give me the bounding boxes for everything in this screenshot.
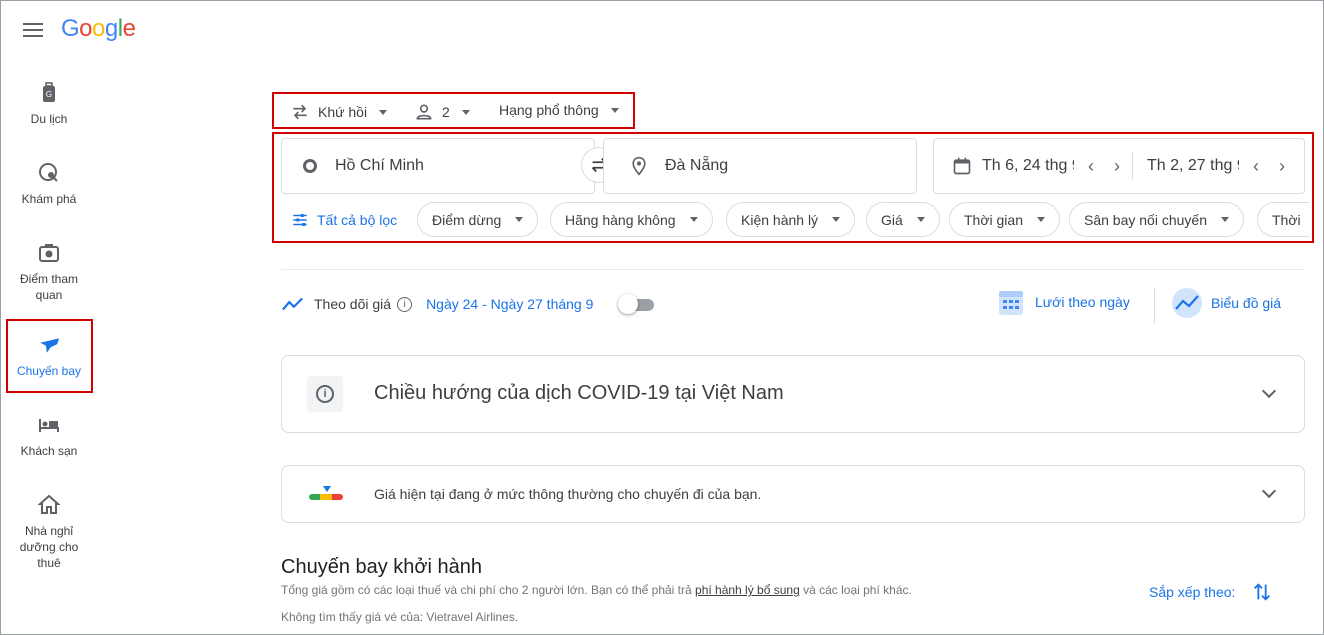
chevron-down-icon (1261, 383, 1277, 399)
sidebar-item-label: Du lịch (30, 112, 68, 126)
track-prices: Theo dõi giá i Ngày 24 - Ngày 27 tháng 9 (282, 296, 593, 312)
calendar-icon (953, 157, 971, 175)
price-level-icon (309, 486, 343, 506)
swap-arrows-icon (293, 104, 307, 120)
chevron-down-icon (515, 217, 524, 222)
trip-type-select[interactable]: Khứ hồi (290, 102, 388, 122)
price-note: Tổng giá gồm có các loại thuế và chi phí… (281, 583, 912, 597)
sidebar-item-explore[interactable]: Khám phá (1, 161, 97, 207)
google-logo[interactable]: Google (61, 15, 136, 43)
filter-airlines[interactable]: Hãng hàng không (550, 202, 713, 237)
covid-card[interactable]: i Chiều hướng của dịch COVID-19 tại Việt… (281, 355, 1305, 433)
sidebar-item-flights[interactable]: Chuyến bay (1, 333, 97, 379)
section-divider (281, 269, 1305, 270)
sidebar-item-attractions[interactable]: Điểm tham quan (1, 241, 97, 303)
filter-duration[interactable]: Thời (1257, 202, 1309, 237)
price-insight-text: Giá hiện tại đang ở mức thông thường cho… (374, 486, 762, 502)
date-grid-button[interactable]: Lưới theo ngày (997, 287, 1130, 317)
chevron-down-icon (916, 217, 925, 222)
price-insight-card[interactable]: Giá hiện tại đang ở mức thông thường cho… (281, 465, 1305, 523)
destination-field[interactable]: Đà Nẵng (603, 138, 917, 194)
person-icon (416, 104, 432, 120)
filter-connecting-airports[interactable]: Sân bay nối chuyến (1069, 202, 1244, 237)
filter-times[interactable]: Thời gian (949, 202, 1060, 237)
chevron-down-icon (832, 217, 841, 222)
bed-icon (39, 419, 59, 432)
date-grid-icon (999, 291, 1023, 315)
sidebar-item-vacation-rentals[interactable]: Nhà nghỉ dưỡng cho thuê (1, 493, 97, 571)
sort-by-button[interactable]: Sắp xếp theo: (1149, 581, 1273, 603)
trending-icon (282, 297, 303, 311)
cabin-class-select[interactable]: Hạng phổ thông (499, 102, 619, 118)
all-filters-button[interactable]: Tất cả bộ lọc (291, 211, 397, 229)
departing-flights-title: Chuyến bay khởi hành (281, 556, 483, 578)
date-divider (1132, 152, 1133, 180)
info-icon[interactable]: i (397, 296, 413, 312)
return-date[interactable]: Th 2, 27 thg 9 (1147, 157, 1239, 175)
track-prices-toggle[interactable] (618, 294, 654, 314)
chevron-down-icon (1037, 217, 1045, 222)
filter-bags[interactable]: Kiện hành lý (726, 202, 856, 237)
sort-arrows-icon (1254, 583, 1271, 601)
airplane-icon (40, 338, 60, 353)
sidebar-item-label: Khám phá (21, 192, 77, 206)
price-graph-icon (1172, 288, 1202, 318)
globe-search-icon (39, 163, 58, 182)
origin-field[interactable]: Hồ Chí Minh (281, 138, 595, 194)
info-icon: i (307, 376, 343, 412)
camera-icon (39, 244, 59, 262)
sidebar-item-label: Khách sạn (20, 444, 78, 458)
sidebar-item-label: Nhà nghỉ dưỡng cho thuê (19, 524, 79, 570)
passengers-select[interactable]: 2 (414, 102, 470, 122)
sidebar-item-hotels[interactable]: Khách sạn (1, 413, 97, 459)
filter-stops[interactable]: Điểm dừng (417, 202, 539, 237)
tune-icon (293, 214, 307, 226)
sidebar-item-label: Điểm tham quan (19, 272, 78, 302)
svg-text:G: G (46, 90, 52, 99)
chevron-down-icon (1261, 483, 1277, 499)
sidebar-item-label: Chuyến bay (16, 364, 82, 378)
filter-price[interactable]: Giá (866, 202, 940, 237)
location-pin-icon (632, 156, 646, 176)
chevron-left-icon[interactable]: ‹ (1088, 156, 1094, 177)
chevron-right-icon[interactable]: › (1279, 156, 1285, 177)
circle-icon (303, 159, 317, 173)
depart-date[interactable]: Th 6, 24 thg 9 (982, 157, 1074, 175)
toggle-knob (618, 294, 638, 314)
chevron-right-icon[interactable]: › (1114, 156, 1120, 177)
luggage-icon: G (43, 82, 55, 102)
chevron-down-icon (461, 109, 470, 115)
sidebar-item-travel[interactable]: G Du lịch (1, 81, 97, 127)
covid-card-title: Chiều hướng của dịch COVID-19 tại Việt N… (374, 382, 784, 404)
date-range-field[interactable]: Th 6, 24 thg 9 ‹ › Th 2, 27 thg 9 ‹ › (933, 138, 1305, 194)
extra-baggage-fees-link[interactable]: phí hành lý bổ sung (695, 583, 800, 597)
chevron-down-icon (1220, 217, 1229, 222)
chevron-down-icon (689, 217, 698, 222)
price-graph-button[interactable]: Biểu đồ giá (1171, 287, 1281, 319)
chevron-down-icon (610, 107, 619, 113)
vertical-divider (1154, 287, 1155, 323)
chevron-left-icon[interactable]: ‹ (1253, 156, 1259, 177)
home-icon (37, 494, 61, 514)
chevron-down-icon (379, 109, 388, 115)
missing-prices-note: Không tìm thấy giá vé của: Vietravel Air… (281, 610, 519, 624)
main-menu-button[interactable] (21, 19, 45, 41)
